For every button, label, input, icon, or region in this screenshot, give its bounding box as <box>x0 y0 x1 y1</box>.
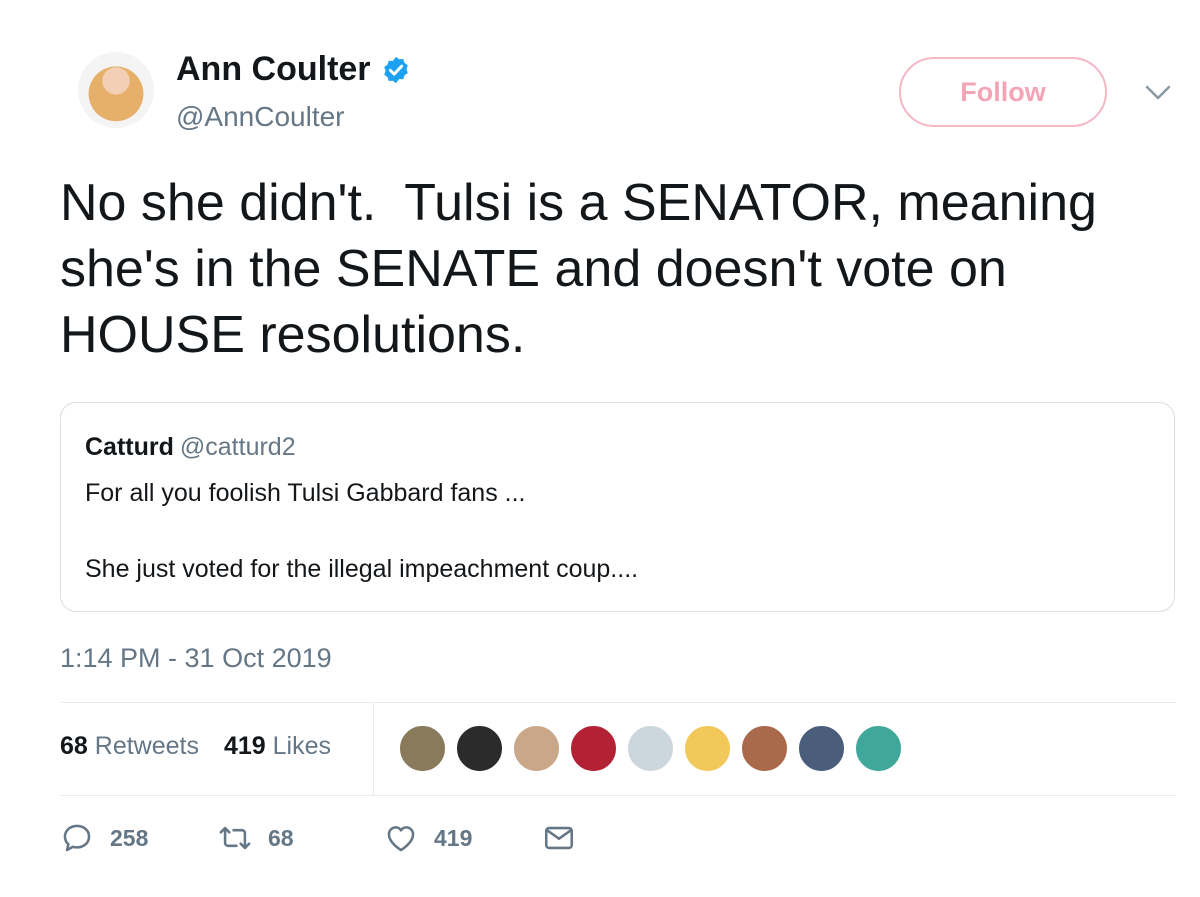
likes-stat[interactable]: 419 Likes <box>224 732 331 760</box>
engagement-stats: 68 Retweets 419 Likes <box>60 732 331 761</box>
like-button[interactable]: 419 <box>384 818 472 858</box>
reply-button[interactable]: 258 <box>60 818 148 858</box>
retweet-icon <box>219 826 251 850</box>
follow-button[interactable]: Follow <box>899 57 1107 127</box>
reply-icon <box>63 824 91 852</box>
divider <box>60 795 1176 796</box>
author-display-name[interactable]: Ann Coulter <box>176 50 411 89</box>
quoted-tweet-text-line1: For all you foolish Tulsi Gabbard fans .… <box>85 479 526 507</box>
liker-avatar[interactable] <box>398 724 447 773</box>
message-icon <box>544 826 574 850</box>
quoted-author-name: Catturd <box>85 433 174 461</box>
profile-avatar[interactable] <box>78 52 154 128</box>
liker-avatar[interactable] <box>455 724 504 773</box>
divider <box>373 703 374 795</box>
direct-message-button[interactable] <box>542 818 576 858</box>
quoted-tweet-header: Catturd @catturd2 <box>85 433 296 462</box>
reply-count: 258 <box>110 824 149 851</box>
retweets-stat[interactable]: 68 Retweets <box>60 732 199 760</box>
divider <box>60 702 1176 703</box>
chevron-down-icon[interactable] <box>1143 82 1173 104</box>
liker-avatar[interactable] <box>740 724 789 773</box>
retweet-count: 68 <box>268 824 294 851</box>
quoted-author-handle: @catturd2 <box>179 433 296 461</box>
tweet-text: No she didn't. Tulsi is a SENATOR, meani… <box>60 174 1112 364</box>
liker-avatar[interactable] <box>797 724 846 773</box>
retweet-button[interactable]: 68 <box>218 818 294 858</box>
liker-avatar[interactable] <box>569 724 618 773</box>
retweets-count: 68 <box>60 732 88 760</box>
verified-icon <box>383 56 408 83</box>
retweets-label: Retweets <box>94 732 199 760</box>
like-count: 419 <box>434 824 473 851</box>
liker-avatar[interactable] <box>683 724 732 773</box>
likes-count: 419 <box>223 732 266 760</box>
liker-avatar[interactable] <box>626 724 675 773</box>
liker-avatar[interactable] <box>854 724 903 773</box>
quoted-tweet-text-line2: She just voted for the illegal impeachme… <box>85 555 639 583</box>
tweet-timestamp[interactable]: 1:14 PM - 31 Oct 2019 <box>60 643 332 674</box>
liker-avatar[interactable] <box>512 724 561 773</box>
author-handle[interactable]: @AnnCoulter <box>176 101 345 133</box>
like-icon <box>387 826 415 852</box>
liker-avatars <box>398 724 903 773</box>
author-name[interactable]: Ann Coulter <box>176 50 371 89</box>
quoted-tweet-card[interactable]: Catturd @catturd2 For all you foolish Tul… <box>60 402 1175 612</box>
likes-label: Likes <box>272 732 331 760</box>
